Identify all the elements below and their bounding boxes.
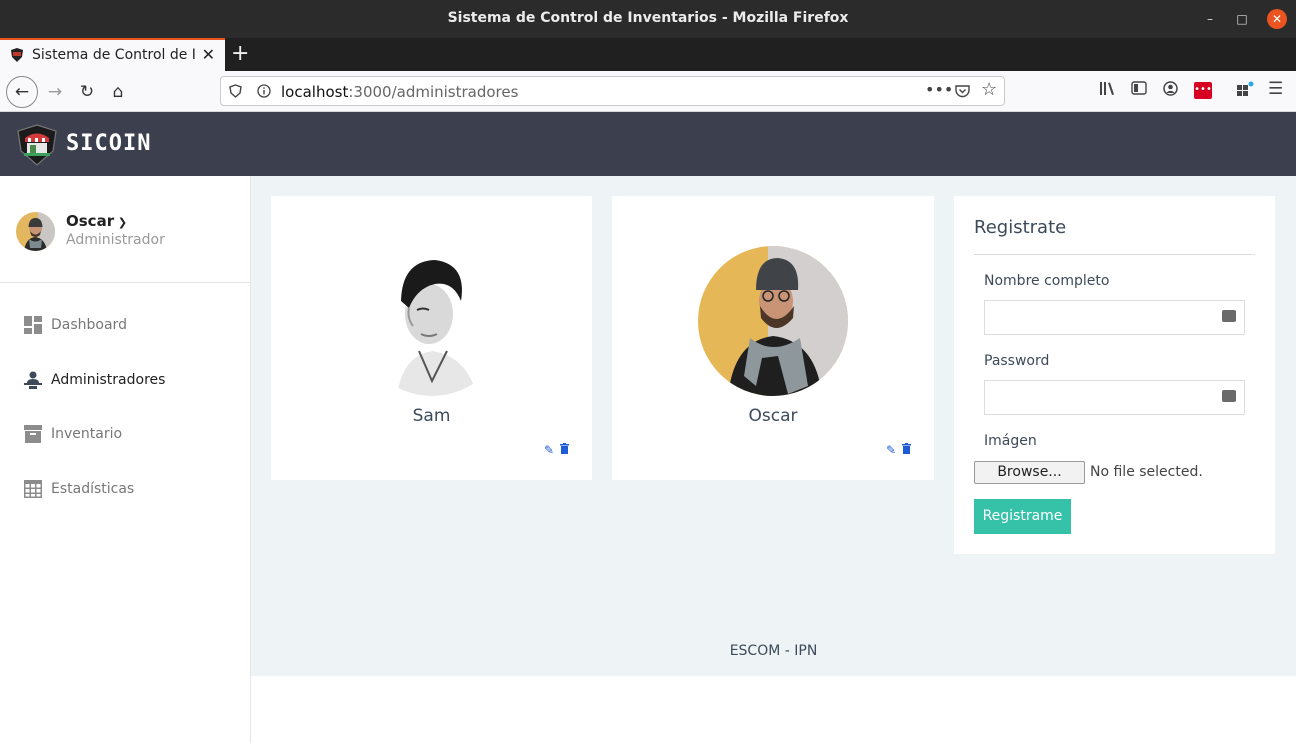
library-icon[interactable] [1099, 81, 1116, 96]
divider [974, 254, 1255, 255]
edit-pencil-icon[interactable]: ✎ [886, 443, 896, 457]
delete-trash-icon[interactable] [902, 443, 911, 454]
tab-close-icon[interactable]: ✕ [202, 45, 215, 64]
user-profile: Oscar ❯ Administrador [0, 176, 251, 283]
admin-photo [357, 246, 507, 396]
delete-trash-icon[interactable] [560, 443, 569, 454]
sidebar: Oscar ❯ Administrador Dashboard Administ… [0, 176, 251, 743]
register-form: Registrate Nombre completo Password Imág… [954, 196, 1275, 554]
site-info-icon[interactable] [257, 84, 271, 98]
account-icon[interactable] [1163, 81, 1178, 96]
admin-name: Oscar [748, 406, 798, 426]
tab-bar: Sistema de Control de Inventarios ✕ + [0, 38, 1296, 71]
new-tab-icon[interactable]: + [231, 41, 249, 66]
maximize-icon[interactable]: □ [1232, 9, 1252, 29]
file-status: No file selected. [1090, 464, 1203, 480]
edit-pencil-icon[interactable]: ✎ [544, 443, 554, 457]
menu-item-dashboard[interactable]: Dashboard [0, 306, 251, 346]
main-content: Sam ✎ Oscar ✎ Registrate Nombre completo… [251, 176, 1296, 676]
admin-card: Oscar ✎ [612, 196, 934, 480]
menu-item-estadisticas[interactable]: Estadísticas [0, 470, 251, 510]
extension-lastpass-icon[interactable]: ••• [1194, 82, 1212, 99]
browser-toolbar: ← → ↻ ⌂ localhost:3000/administradores •… [0, 71, 1296, 112]
page-actions-icon[interactable]: ••• [925, 80, 953, 99]
image-label: Imágen [984, 433, 1037, 449]
sidebar-toggle-icon[interactable] [1131, 81, 1147, 95]
window-titlebar: Sistema de Control de Inventarios - Mozi… [0, 0, 1296, 38]
close-window-icon[interactable]: ✕ [1267, 9, 1287, 29]
url-path: :3000/administradores [348, 83, 519, 101]
home-icon[interactable]: ⌂ [105, 79, 131, 105]
register-title: Registrate [974, 217, 1067, 238]
password-field[interactable] [984, 380, 1245, 415]
window-title: Sistema de Control de Inventarios - Mozi… [447, 10, 849, 26]
admin-photo [698, 246, 848, 396]
register-submit-button[interactable]: Registrame [974, 499, 1071, 534]
dashboard-icon [24, 316, 42, 334]
hamburger-menu-icon[interactable]: ☰ [1268, 79, 1283, 99]
menu-item-administradores[interactable]: Administradores [0, 361, 251, 401]
browser-tab[interactable]: Sistema de Control de Inventarios ✕ [0, 38, 225, 71]
address-bar[interactable]: localhost:3000/administradores ••• ☆ [220, 76, 1005, 106]
bookmark-star-icon[interactable]: ☆ [981, 79, 997, 100]
app-header: SICOIN [0, 112, 1296, 176]
user-role: Administrador [66, 232, 165, 248]
archive-box-icon [24, 425, 42, 443]
user-avatar[interactable] [16, 212, 55, 251]
menu-label-administradores: Administradores [51, 372, 166, 388]
url-host: localhost [281, 83, 349, 101]
password-label: Password [984, 353, 1050, 369]
chevron-down-icon: ❯ [114, 216, 128, 229]
footer-text: ESCOM - IPN [729, 643, 818, 659]
tracking-shield-icon[interactable] [229, 84, 242, 98]
pocket-icon[interactable] [955, 84, 970, 98]
url-text: localhost:3000/administradores [281, 83, 518, 101]
table-grid-icon [24, 480, 42, 498]
extensions-icon[interactable] [1236, 81, 1254, 97]
back-arrow-icon[interactable]: ← [6, 76, 38, 108]
user-name-dropdown[interactable]: Oscar ❯ [66, 212, 127, 230]
sicoin-logo-icon [17, 124, 57, 166]
password-manager-icon[interactable] [1222, 390, 1236, 402]
name-label: Nombre completo [984, 273, 1110, 289]
admin-card: Sam ✎ [271, 196, 592, 480]
favicon-icon [11, 48, 23, 62]
admin-name: Sam [412, 406, 451, 426]
reload-icon[interactable]: ↻ [74, 79, 100, 105]
menu-label-dashboard: Dashboard [51, 317, 127, 333]
menu-label-inventario: Inventario [51, 426, 123, 442]
forward-arrow-icon[interactable]: → [42, 79, 68, 105]
browse-button[interactable]: Browse... [974, 461, 1085, 484]
menu-label-estadisticas: Estadísticas [51, 481, 135, 497]
user-name: Oscar [66, 212, 115, 230]
brand-name[interactable]: SICOIN [66, 131, 151, 156]
name-field[interactable] [984, 300, 1245, 335]
password-manager-icon[interactable] [1222, 310, 1236, 322]
admin-user-icon [24, 371, 42, 389]
menu-item-inventario[interactable]: Inventario [0, 415, 251, 455]
tab-title: Sistema de Control de Inventarios [32, 47, 197, 63]
minimize-icon[interactable]: – [1200, 9, 1220, 29]
